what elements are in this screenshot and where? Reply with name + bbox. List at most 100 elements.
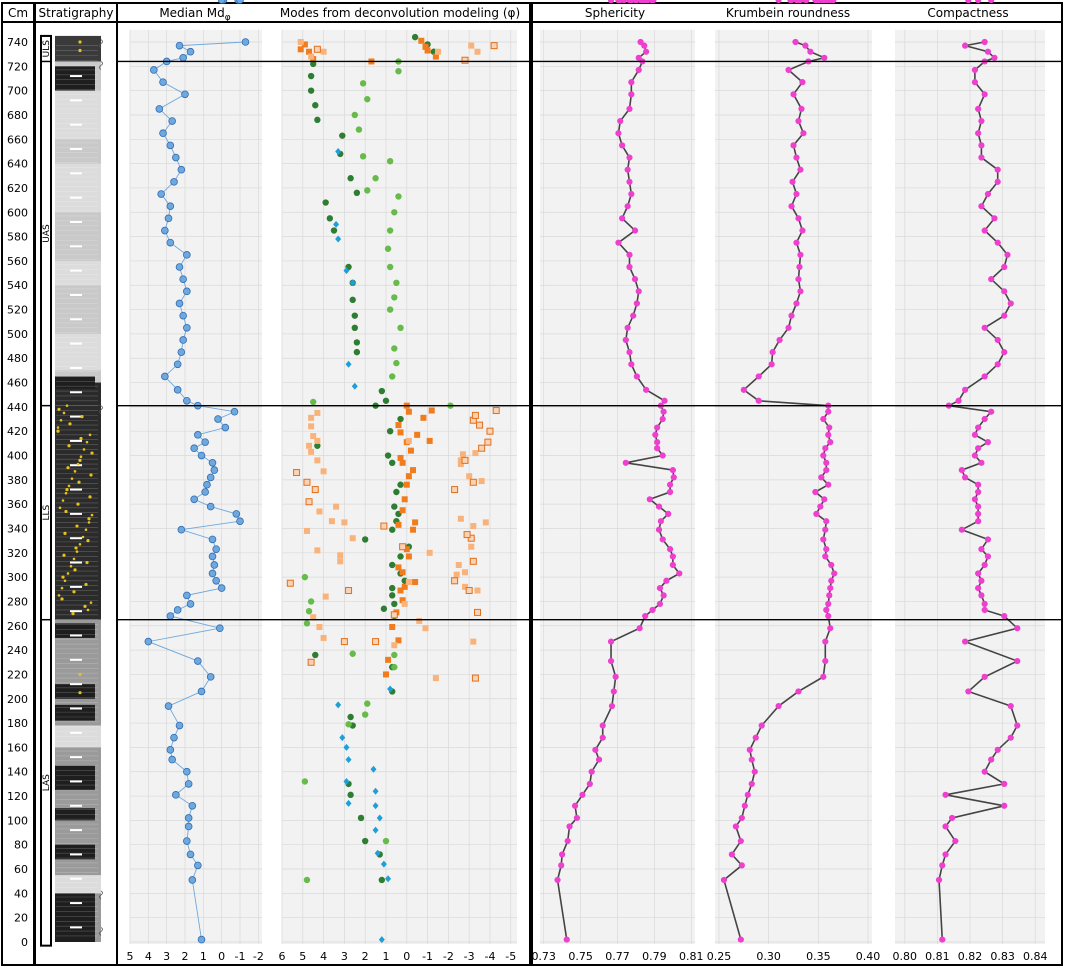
mode-point-light_green	[349, 650, 356, 657]
median-point	[173, 606, 182, 614]
mode-point-light_orange	[320, 48, 327, 55]
shape-point	[797, 251, 804, 258]
mode-point-light_orange	[459, 451, 466, 458]
depth-tick-label: 660	[7, 133, 28, 146]
shape-point	[981, 673, 988, 680]
speckle	[82, 448, 86, 451]
median-point	[236, 517, 244, 525]
shape-point	[825, 431, 832, 438]
shape-point	[984, 553, 992, 560]
mode-point-light_green	[355, 126, 363, 133]
mode-point-light_green	[391, 345, 398, 352]
mode-point-open_orange	[478, 444, 486, 452]
shape-point	[758, 722, 765, 729]
shape-point	[820, 673, 827, 680]
shape-point	[1001, 349, 1008, 356]
mode-point-orange	[410, 526, 417, 533]
mode-point-dark_green	[347, 791, 354, 799]
mode-point-light_orange	[466, 473, 473, 480]
mode-point-light_orange	[470, 523, 477, 530]
shape-point	[646, 496, 653, 503]
depth-tick-label: 320	[7, 547, 28, 560]
mode-point-light_orange	[453, 571, 460, 578]
median-point	[190, 444, 198, 453]
speckle	[58, 506, 62, 510]
depth-tick-label: 220	[7, 668, 28, 681]
mode-point-dark_green	[389, 561, 396, 569]
shape-point	[978, 154, 985, 161]
shape-point	[822, 526, 829, 533]
mode-point-orange	[389, 624, 396, 630]
median-point	[177, 525, 186, 534]
median-point	[168, 117, 176, 125]
median-point	[175, 721, 184, 730]
shape-point	[669, 553, 676, 560]
x-tick-label: 6	[279, 950, 286, 963]
speckle	[65, 487, 69, 492]
mode-point-light_orange	[316, 508, 323, 515]
mode-point-light_orange	[474, 48, 481, 55]
shape-point	[978, 546, 985, 553]
mode-point-light_green	[391, 651, 398, 659]
lithology-band	[55, 35, 101, 62]
mode-point-light_orange	[314, 409, 321, 416]
shape-point	[981, 324, 988, 331]
speckle	[64, 491, 68, 495]
depth-tick-label: 460	[7, 377, 28, 390]
depth-tick-label: 700	[7, 85, 28, 98]
median-point	[177, 348, 186, 356]
mode-point-dark_green	[353, 189, 361, 197]
x-tick-label: -2	[253, 950, 264, 963]
mode-point-orange	[405, 473, 412, 480]
speckle	[78, 40, 82, 44]
mode-point-light_orange	[333, 503, 340, 510]
shape-point	[628, 190, 635, 198]
shape-point	[1007, 734, 1014, 741]
figure: Cm Stratigraphy Median Mdφ Modes from de…	[1, 0, 1063, 966]
shape-point	[975, 424, 982, 431]
shape-point	[975, 510, 982, 517]
mode-point-dark_green	[312, 651, 319, 659]
median-point	[241, 38, 250, 46]
mode-point-light_orange	[310, 433, 317, 440]
depth-tick-label: 100	[7, 814, 28, 827]
mode-point-light_orange	[478, 478, 485, 485]
x-tick-label: 3	[163, 950, 170, 963]
mode-point-open_orange	[469, 557, 477, 565]
median-point	[186, 600, 195, 608]
median-point	[212, 576, 220, 585]
shape-point	[991, 215, 998, 222]
shape-point	[984, 536, 992, 543]
shape-point	[775, 702, 782, 710]
shape-point	[628, 361, 635, 368]
mode-point-light_green	[309, 398, 317, 406]
shape-point	[788, 312, 795, 319]
mode-point-dark_green	[322, 199, 329, 206]
shape-point	[1001, 780, 1008, 787]
mode-point-dark_green	[314, 116, 321, 124]
shape-point	[981, 600, 988, 607]
shape-point	[559, 851, 566, 858]
shape-point	[828, 561, 835, 569]
mode-point-light_orange	[432, 675, 439, 682]
shape-point	[624, 203, 631, 210]
mode-point-light_green	[301, 573, 309, 581]
mode-point-open_orange	[303, 478, 311, 486]
median-point	[181, 90, 189, 99]
x-tick-label: 4	[320, 950, 327, 963]
modes-header: Modes from deconvolution modeling (φ)	[280, 6, 520, 20]
x-tick-label: -4	[484, 950, 495, 963]
mode-point-light_green	[359, 153, 367, 160]
shape-point	[1007, 702, 1014, 710]
mode-point-open_orange	[490, 42, 498, 50]
mode-point-open_orange	[307, 658, 315, 666]
mode-point-light_orange	[455, 561, 462, 568]
shape-point	[608, 702, 616, 710]
median-point	[179, 275, 187, 283]
mode-point-orange	[412, 519, 419, 526]
mode-point-dark_green	[389, 592, 396, 599]
mode-point-light_green	[372, 175, 379, 182]
unit-label-las: LAS	[42, 774, 52, 791]
speckle	[69, 564, 73, 568]
shape-point	[666, 481, 674, 488]
